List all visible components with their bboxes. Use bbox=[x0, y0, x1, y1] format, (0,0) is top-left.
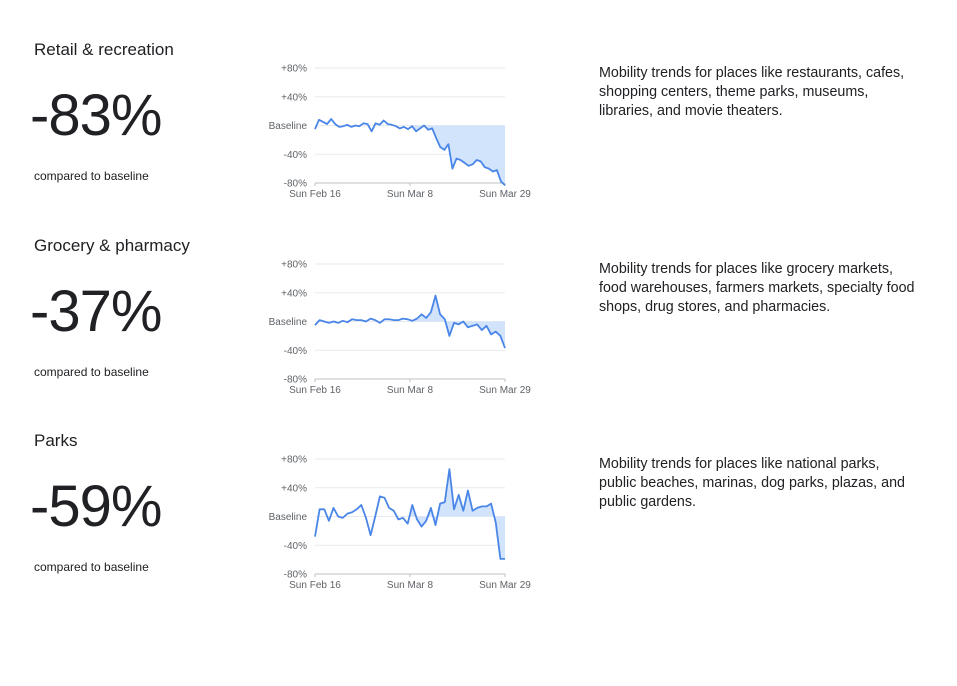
y-tick-label: +80% bbox=[281, 64, 307, 75]
y-tick-label: +80% bbox=[281, 260, 307, 271]
category-description: Mobility trends for places like grocery … bbox=[599, 261, 915, 315]
x-tick-label: Sun Mar 29 bbox=[479, 189, 531, 200]
section-grocery: Grocery & pharmacy -37% compared to base… bbox=[0, 236, 957, 431]
y-tick-label: +40% bbox=[281, 483, 307, 494]
x-tick-label: Sun Mar 29 bbox=[479, 580, 531, 591]
headline-percent: -83% bbox=[30, 83, 162, 148]
y-tick-label: -40% bbox=[284, 150, 307, 161]
category-title: Parks bbox=[34, 431, 78, 450]
mobility-chart: +80% +40% Baseline -40% -80%Sun Feb 16 Sun Ma… bbox=[269, 64, 532, 201]
shaded-area bbox=[410, 125, 505, 186]
y-tick-label: -80% bbox=[284, 179, 307, 190]
baseline-caption: compared to baseline bbox=[34, 560, 149, 574]
y-tick-label: -80% bbox=[284, 375, 307, 386]
y-tick-label: Baseline bbox=[269, 121, 308, 132]
headline-percent: -59% bbox=[30, 474, 162, 539]
baseline-caption: compared to baseline bbox=[34, 365, 149, 379]
section-retail: Retail & recreation -83% compared to bas… bbox=[0, 40, 957, 235]
x-tick-label: Sun Mar 29 bbox=[479, 385, 531, 396]
category-title: Grocery & pharmacy bbox=[34, 236, 190, 255]
y-tick-label: +40% bbox=[281, 92, 307, 103]
x-tick-label: Sun Feb 16 bbox=[289, 189, 341, 200]
y-tick-label: +80% bbox=[281, 455, 307, 466]
y-tick-label: Baseline bbox=[269, 512, 308, 523]
baseline-caption: compared to baseline bbox=[34, 169, 149, 183]
y-tick-label: -40% bbox=[284, 541, 307, 552]
y-tick-label: -80% bbox=[284, 570, 307, 581]
mobility-chart: +80% +40% Baseline -40% -80%Sun Feb 16 Sun Ma… bbox=[269, 455, 532, 592]
section-parks: Parks -59% compared to baseline +80% +40%… bbox=[0, 431, 957, 626]
x-tick-label: Sun Mar 8 bbox=[387, 385, 434, 396]
mobility-chart: +80% +40% Baseline -40% -80%Sun Feb 16 Sun Ma… bbox=[269, 260, 532, 397]
x-tick-label: Sun Feb 16 bbox=[289, 580, 341, 591]
x-tick-label: Sun Feb 16 bbox=[289, 385, 341, 396]
category-description: Mobility trends for places like national… bbox=[599, 456, 905, 510]
y-tick-label: Baseline bbox=[269, 317, 308, 328]
headline-percent: -37% bbox=[30, 279, 162, 344]
category-title: Retail & recreation bbox=[34, 40, 174, 59]
x-tick-label: Sun Mar 8 bbox=[387, 580, 434, 591]
x-tick-label: Sun Mar 8 bbox=[387, 189, 434, 200]
y-tick-label: -40% bbox=[284, 346, 307, 357]
category-description: Mobility trends for places like restaura… bbox=[599, 65, 905, 119]
y-tick-label: +40% bbox=[281, 288, 307, 299]
